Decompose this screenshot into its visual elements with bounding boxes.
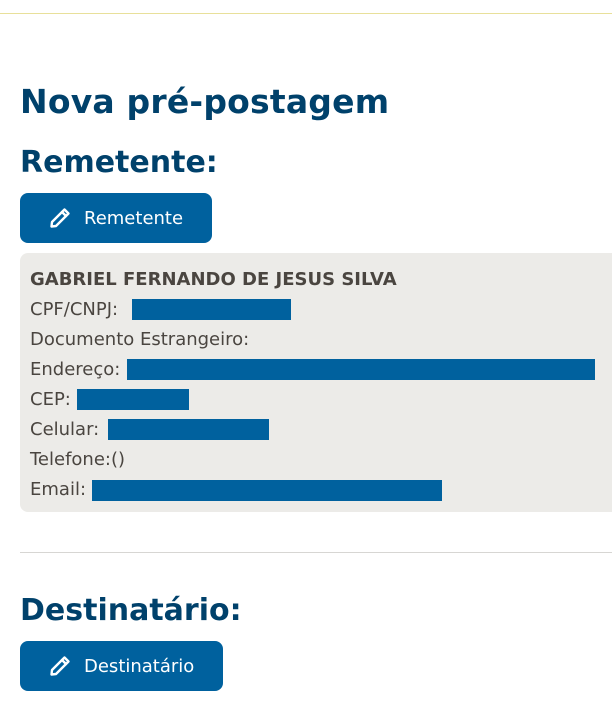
sender-foreign-doc-row: Documento Estrangeiro:: [30, 327, 249, 353]
cpf-label: CPF/CNPJ:: [30, 299, 119, 320]
sender-details-card: GABRIEL FERNANDO DE JESUS SILVA CPF/CNPJ…: [20, 253, 612, 512]
edit-sender-button-label: Remetente: [84, 207, 184, 229]
sender-email-row: Email:: [30, 477, 86, 503]
edit-recipient-button-label: Destinatário: [84, 655, 195, 677]
sender-mobile-row: Celular:: [30, 417, 99, 443]
pencil-icon: [48, 206, 72, 230]
edit-sender-button[interactable]: Remetente: [20, 193, 212, 243]
recipient-section-title: Destinatário:: [20, 593, 242, 628]
email-value-redacted: [92, 480, 442, 501]
top-bar: [0, 0, 612, 14]
pencil-icon: [48, 654, 72, 678]
sender-address-row: Endereço:: [30, 357, 120, 383]
sender-section-title: Remetente:: [20, 145, 218, 180]
mobile-value-redacted: [108, 419, 269, 440]
sender-name: GABRIEL FERNANDO DE JESUS SILVA: [30, 269, 397, 290]
sender-cpf-row: CPF/CNPJ:: [30, 297, 118, 323]
sender-phone-row: Telefone:(): [30, 447, 125, 473]
email-label: Email:: [30, 479, 87, 500]
address-value-redacted: [127, 359, 595, 380]
cep-value-redacted: [77, 389, 189, 410]
sender-cep-row: CEP:: [30, 387, 71, 413]
section-divider: [20, 552, 612, 553]
cep-label: CEP:: [30, 389, 71, 410]
foreign-doc-label: Documento Estrangeiro:: [30, 329, 250, 350]
page-title: Nova pré-postagem: [20, 82, 390, 121]
mobile-label: Celular:: [30, 419, 100, 440]
phone-label: Telefone:(): [30, 449, 126, 470]
cpf-value-redacted: [132, 299, 291, 320]
address-label: Endereço:: [30, 359, 121, 380]
edit-recipient-button[interactable]: Destinatário: [20, 641, 223, 691]
